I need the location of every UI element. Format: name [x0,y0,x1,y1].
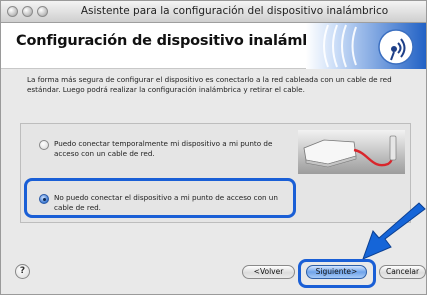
option-cannot-connect[interactable]: No puedo conectar el dispositivo a mi pu… [39,193,284,213]
radio-cannot-connect[interactable] [39,194,49,204]
intro-text: La forma más segura de configurar el dis… [27,75,392,94]
help-button[interactable]: ? [15,264,30,279]
printer-cable-image [298,130,405,174]
page-title: Configuración de dispositivo inalámbrico [16,33,343,49]
pointer-arrow-icon [362,202,426,260]
option-can-connect-label: Puedo conectar temporalmente mi disposit… [54,139,273,158]
wireless-signal-icon [306,23,426,69]
close-window-button[interactable] [7,6,18,17]
title-bar: Asistente para la configuración del disp… [1,1,426,23]
next-button[interactable]: Siguiente> [306,265,367,279]
window-title: Asistente para la configuración del disp… [80,5,389,17]
radio-can-connect[interactable] [39,140,49,150]
wizard-window: Asistente para la configuración del disp… [0,0,427,295]
wizard-header: Configuración de dispositivo inalámbrico [1,23,426,69]
cancel-button[interactable]: Cancelar [379,265,426,279]
option-can-connect[interactable]: Puedo conectar temporalmente mi disposit… [39,139,279,159]
zoom-window-button[interactable] [37,6,48,17]
minimize-window-button[interactable] [22,6,33,17]
option-cannot-connect-label: No puedo conectar el dispositivo a mi pu… [54,193,278,212]
back-button[interactable]: <Volver [242,265,295,279]
